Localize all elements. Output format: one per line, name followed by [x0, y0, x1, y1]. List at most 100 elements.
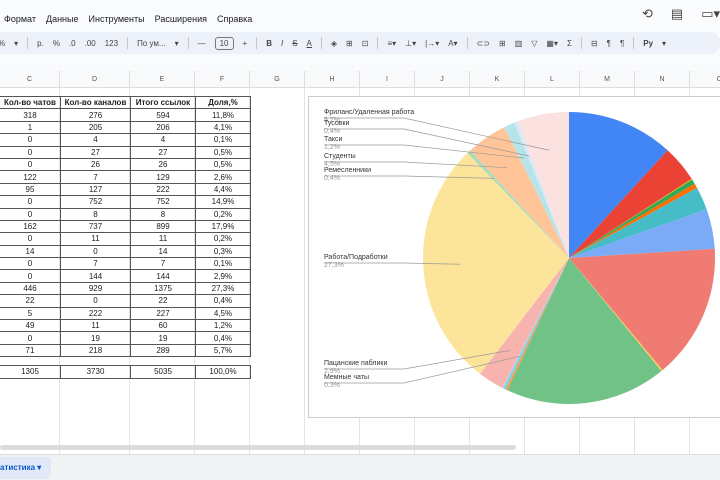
horizontal-scrollbar[interactable] [0, 445, 516, 450]
cell[interactable]: 95 [0, 182, 61, 197]
column-header-d[interactable]: D [60, 71, 130, 88]
cell[interactable]: 446 [0, 281, 61, 296]
history-icon[interactable]: ⟲ [642, 6, 653, 22]
cell[interactable]: 4,5% [195, 306, 251, 321]
column-header-n[interactable]: N [635, 71, 690, 88]
cell[interactable] [0, 356, 61, 367]
ltr-icon[interactable]: ¶ [607, 39, 611, 48]
wrap-icon[interactable]: |→▾ [425, 39, 439, 48]
cell[interactable]: 0,2% [195, 232, 251, 246]
cell[interactable]: 929 [60, 281, 131, 296]
cell[interactable]: 899 [130, 219, 196, 234]
cell[interactable]: 1,2% [195, 319, 251, 333]
cell[interactable]: 0 [0, 331, 61, 345]
cell[interactable]: 1 [0, 120, 61, 135]
cell[interactable]: 0,4% [195, 331, 251, 345]
cell[interactable]: 11 [60, 319, 131, 333]
cell[interactable]: 0 [0, 269, 61, 283]
column-header-h[interactable]: H [305, 71, 360, 88]
menu-tools[interactable]: Инструменты [89, 14, 145, 30]
cell[interactable]: 222 [60, 306, 131, 321]
cell[interactable]: 144 [60, 269, 131, 283]
fill-color-icon[interactable]: ◈ [331, 39, 337, 48]
bold-button[interactable]: B [266, 39, 272, 48]
cell[interactable]: Кол-во чатов [0, 95, 61, 110]
cell[interactable]: 60 [130, 319, 196, 333]
menu-data[interactable]: Данные [46, 14, 79, 30]
percent-button[interactable]: % [53, 39, 60, 48]
cell[interactable]: 11 [60, 232, 131, 246]
column-header-f[interactable]: F [195, 71, 250, 88]
borders-icon[interactable]: ⊞ [346, 39, 353, 48]
cell[interactable]: 4,4% [195, 182, 251, 197]
cell[interactable]: 3730 [60, 365, 131, 379]
cell[interactable]: 127 [60, 182, 131, 197]
cell[interactable]: 227 [130, 306, 196, 321]
cell[interactable]: 11,8% [195, 108, 251, 122]
decrease-decimal-button[interactable]: .0 [69, 39, 76, 48]
sheet-tab[interactable]: атистика ▾ [0, 457, 52, 479]
cell[interactable]: 100,0% [195, 365, 251, 379]
comment-icon[interactable]: ⊞ [499, 39, 506, 48]
cell[interactable]: 27 [60, 145, 131, 159]
cell[interactable]: 122 [0, 170, 61, 184]
functions-button[interactable]: Σ [567, 39, 572, 48]
font-size-decrease[interactable]: — [198, 39, 206, 48]
cell[interactable]: 206 [130, 120, 196, 135]
cell[interactable]: 205 [60, 120, 131, 135]
meet-icon[interactable]: ▭▾ [701, 6, 720, 22]
cell[interactable]: 8 [130, 207, 196, 221]
cell[interactable]: 4 [130, 133, 196, 147]
strikethrough-button[interactable]: S [292, 39, 297, 48]
cell[interactable]: Доля,% [195, 95, 251, 110]
font-dropdown[interactable]: По ум... [137, 39, 166, 48]
cell[interactable]: 289 [130, 343, 196, 358]
filter-icon[interactable]: ▽ [531, 39, 537, 48]
cell[interactable] [130, 356, 196, 367]
freeze-icon[interactable]: ⊟ [591, 39, 598, 48]
cell[interactable]: 22 [0, 294, 61, 308]
cell[interactable]: 11 [130, 232, 196, 246]
cell[interactable]: 0 [60, 244, 131, 259]
cell[interactable]: 5,7% [195, 343, 251, 358]
cell[interactable]: 4 [60, 133, 131, 147]
cell[interactable]: 0 [0, 157, 61, 172]
increase-decimal-button[interactable]: .00 [85, 39, 96, 48]
font-size-increase[interactable]: + [243, 39, 248, 48]
cell[interactable]: 162 [0, 219, 61, 234]
cell[interactable]: 752 [130, 195, 196, 209]
cell[interactable]: 5035 [130, 365, 196, 379]
font-size-input[interactable]: 10 [214, 36, 234, 50]
cell[interactable]: 17,9% [195, 219, 251, 234]
cell[interactable]: 218 [60, 343, 131, 358]
cell[interactable]: 2,6% [195, 170, 251, 184]
column-header-l[interactable]: L [525, 71, 580, 88]
cell[interactable]: 0,5% [195, 157, 251, 172]
cell[interactable]: 1305 [0, 365, 61, 379]
column-header-o[interactable]: O [690, 71, 720, 88]
cell[interactable]: 7 [60, 257, 131, 271]
zoom-dropdown[interactable]: % [0, 39, 5, 48]
column-header-j[interactable]: J [415, 71, 470, 88]
chart-icon[interactable]: ▥ [515, 39, 523, 48]
italic-button[interactable]: I [281, 39, 283, 48]
cell[interactable]: 4,1% [195, 120, 251, 135]
cell[interactable]: 26 [60, 157, 131, 172]
number-format-button[interactable]: 123 [105, 39, 118, 48]
cell[interactable]: 8 [60, 207, 131, 221]
cell[interactable]: 14,9% [195, 195, 251, 209]
valign-icon[interactable]: ⊥▾ [405, 39, 416, 48]
align-icon[interactable]: ≡▾ [387, 39, 396, 48]
cell[interactable]: 318 [0, 108, 61, 122]
text-color-button[interactable]: A [307, 39, 312, 48]
column-header-i[interactable]: I [360, 71, 415, 88]
cell[interactable] [60, 356, 131, 367]
cell[interactable]: 594 [130, 108, 196, 122]
input-tools-button[interactable]: Py [643, 39, 653, 48]
column-header-k[interactable]: K [470, 71, 525, 88]
cell[interactable]: 0,5% [195, 145, 251, 159]
cell[interactable]: 7 [130, 257, 196, 271]
menu-format[interactable]: Формат [4, 14, 36, 30]
link-icon[interactable]: ⊂⊃ [477, 39, 490, 48]
cell[interactable]: 2,9% [195, 269, 251, 283]
